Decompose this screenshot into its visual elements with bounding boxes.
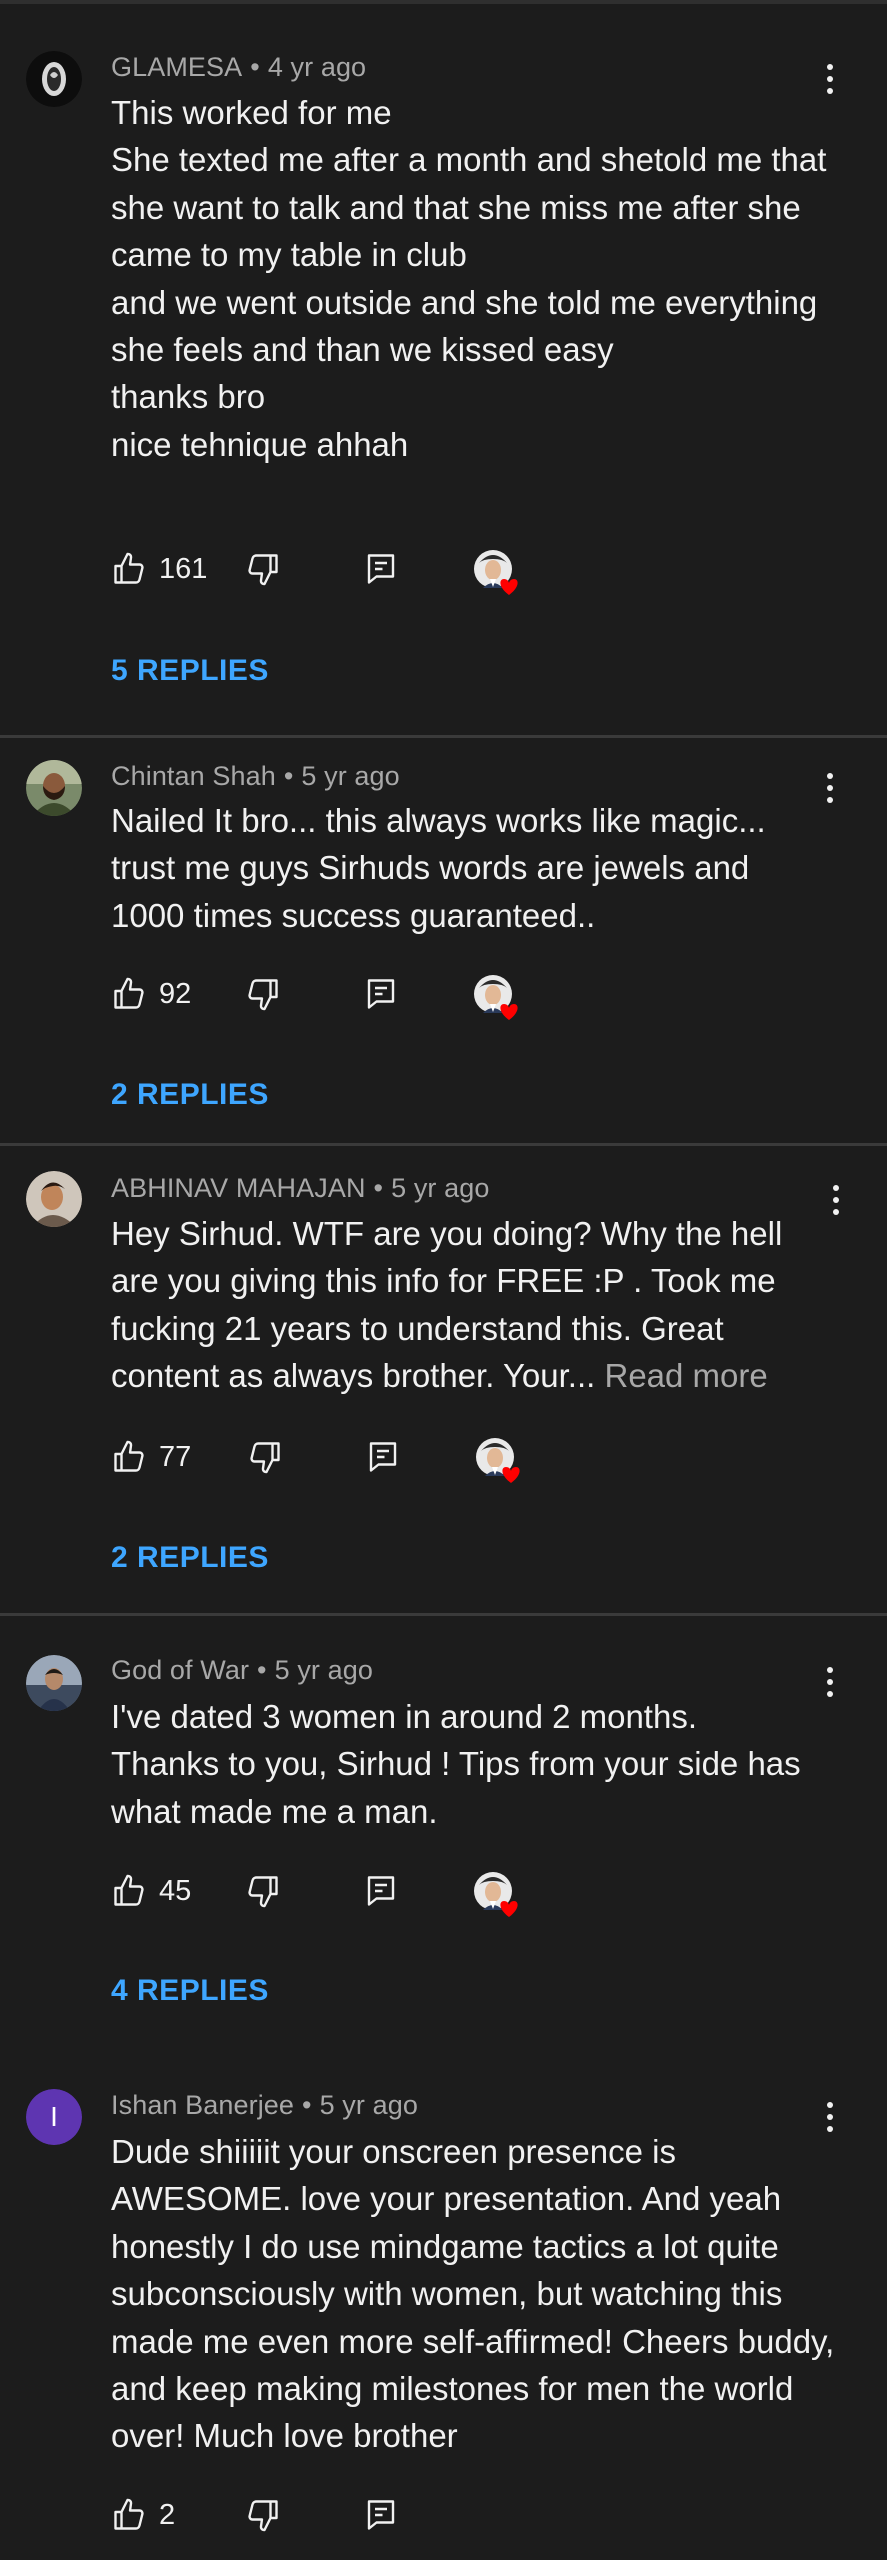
comment-text: Hey Sirhud. WTF are you doing? Why the h…	[111, 1210, 831, 1400]
reply-icon[interactable]	[365, 1439, 401, 1475]
comment-text: Dude shiiiiit your onscreen presence is …	[111, 2133, 835, 2455]
more-vert-icon[interactable]	[815, 1662, 845, 1702]
thumbs-up-icon[interactable]	[111, 976, 147, 1012]
timestamp[interactable]: 5 yr ago	[301, 761, 399, 791]
thumbs-up-icon[interactable]	[111, 2497, 147, 2533]
like-count: 2	[159, 2499, 176, 2531]
thumbs-down-icon[interactable]	[245, 976, 281, 1012]
comment-actions: 77	[111, 1438, 531, 1483]
like-count: 161	[159, 553, 208, 585]
thumbs-up-icon[interactable]	[111, 1439, 147, 1475]
timestamp[interactable]: 5 yr ago	[275, 1655, 373, 1685]
thumbs-up-icon[interactable]	[111, 1873, 147, 1909]
comment-actions: 161	[111, 550, 531, 595]
comment-text: This worked for me She texted me after a…	[111, 94, 827, 463]
author-name[interactable]: ABHINAV MAHAJAN	[111, 1173, 366, 1203]
reply-icon[interactable]	[363, 1873, 399, 1909]
read-more-link[interactable]: Read more	[605, 1357, 768, 1394]
divider	[0, 1143, 887, 1146]
thumbs-down-icon[interactable]	[245, 1873, 281, 1909]
separator-dot: •	[302, 2090, 312, 2120]
author-name[interactable]: Ishan Banerjee	[111, 2090, 294, 2120]
replies-link[interactable]: 4 REPLIES	[111, 1974, 269, 2008]
timestamp[interactable]: 5 yr ago	[320, 2090, 418, 2120]
comment-actions: 45	[111, 1872, 531, 1917]
comment-actions: 92	[111, 975, 531, 1020]
author-name[interactable]: GLAMESA	[111, 52, 242, 82]
reply-icon[interactable]	[363, 2497, 399, 2533]
creator-heart-icon	[473, 1871, 521, 1919]
reply-icon[interactable]	[363, 976, 399, 1012]
thumbs-down-icon[interactable]	[245, 551, 281, 587]
comment-meta: Chintan Shah • 5 yr ago	[111, 761, 400, 792]
creator-heart-icon	[475, 1437, 523, 1485]
thumbs-down-icon[interactable]	[247, 1439, 283, 1475]
replies-link[interactable]: 5 REPLIES	[111, 654, 269, 688]
separator-dot: •	[283, 761, 294, 791]
replies-link[interactable]: 2 REPLIES	[111, 1078, 269, 1112]
comment-meta: GLAMESA • 4 yr ago	[111, 52, 366, 83]
comment-meta: ABHINAV MAHAJAN • 5 yr ago	[111, 1173, 489, 1204]
avatar[interactable]	[26, 1171, 82, 1227]
replies-link[interactable]: 2 REPLIES	[111, 1541, 269, 1575]
thumbs-up-icon[interactable]	[111, 551, 147, 587]
separator-dot: •	[373, 1173, 384, 1203]
avatar[interactable]	[26, 760, 82, 816]
avatar[interactable]	[26, 1655, 82, 1711]
like-count: 92	[159, 978, 192, 1010]
avatar-letter: I	[26, 2089, 82, 2145]
comment-text: I've dated 3 women in around 2 months. T…	[111, 1698, 801, 1830]
divider	[0, 1613, 887, 1616]
reply-icon[interactable]	[363, 551, 399, 587]
creator-heart-icon	[473, 549, 521, 597]
comment-actions: 2	[111, 2497, 531, 2537]
author-name[interactable]: Chintan Shah	[111, 761, 276, 791]
timestamp[interactable]: 4 yr ago	[268, 52, 366, 82]
separator-dot: •	[257, 1655, 267, 1685]
top-divider	[0, 0, 887, 4]
creator-heart-icon	[473, 974, 521, 1022]
separator-dot: •	[250, 52, 260, 82]
avatar[interactable]: I	[26, 2089, 82, 2145]
like-count: 77	[159, 1441, 192, 1473]
timestamp[interactable]: 5 yr ago	[391, 1173, 489, 1203]
divider	[0, 735, 887, 738]
thumbs-down-icon[interactable]	[245, 2497, 281, 2533]
comment-text: Nailed It bro... this always works like …	[111, 802, 766, 934]
author-name[interactable]: God of War	[111, 1655, 249, 1685]
comment-meta: God of War • 5 yr ago	[111, 1655, 373, 1686]
comment-meta: Ishan Banerjee • 5 yr ago	[111, 2090, 418, 2121]
avatar[interactable]	[26, 51, 82, 107]
like-count: 45	[159, 1875, 192, 1907]
